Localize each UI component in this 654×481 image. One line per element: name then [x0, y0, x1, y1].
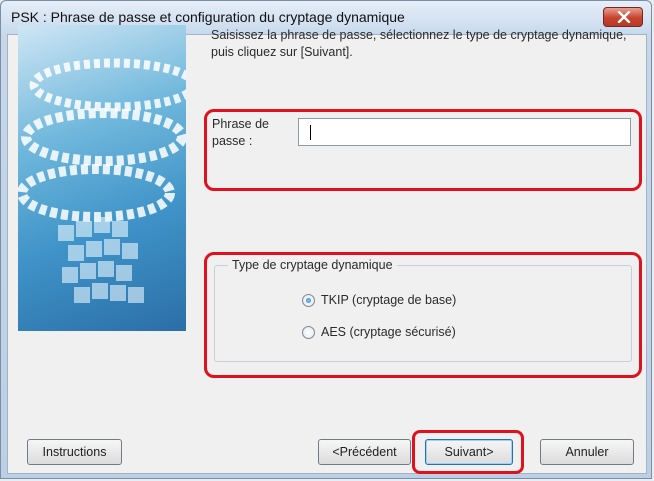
next-button[interactable]: Suivant>: [425, 439, 513, 465]
radio-tkip-label: TKIP (cryptage de base): [321, 293, 457, 307]
instructions-button[interactable]: Instructions: [27, 439, 122, 465]
instructions-text: Saisissez la phrase de passe, sélectionn…: [211, 28, 627, 59]
encryption-type-legend: Type de cryptage dynamique: [228, 258, 397, 272]
radio-aes[interactable]: AES (cryptage sécurisé): [302, 325, 456, 339]
close-button[interactable]: [603, 7, 643, 27]
radio-tkip[interactable]: TKIP (cryptage de base): [302, 293, 456, 307]
window-title: PSK : Phrase de passe et configuration d…: [11, 9, 405, 25]
radio-aes-indicator[interactable]: [302, 325, 315, 339]
passphrase-input[interactable]: [298, 118, 631, 146]
printer-network-illustration: [18, 25, 186, 331]
radio-aes-label: AES (cryptage sécurisé): [321, 325, 456, 339]
text-caret: [310, 125, 311, 140]
close-icon: [617, 11, 631, 23]
passphrase-label-line2: passe :: [212, 134, 253, 148]
previous-button[interactable]: <Précédent: [318, 439, 411, 465]
cancel-button[interactable]: Annuler: [540, 439, 634, 465]
radio-tkip-indicator[interactable]: [302, 293, 315, 307]
passphrase-label-line1: Phrase de: [212, 117, 269, 131]
encryption-type-group: [214, 265, 632, 362]
passphrase-label: Phrase de passe :: [212, 116, 284, 150]
